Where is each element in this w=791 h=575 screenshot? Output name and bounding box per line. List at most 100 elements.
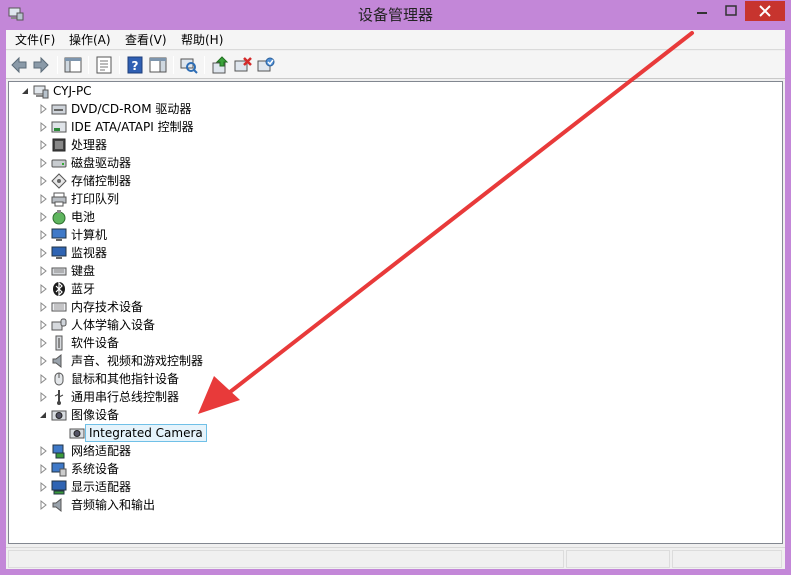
expand-triangle-icon[interactable]	[39, 100, 48, 118]
tree-category-label: 图像设备	[71, 408, 120, 422]
keyboard-icon	[51, 267, 67, 276]
enable-device-icon[interactable]	[256, 55, 276, 75]
expand-triangle-icon[interactable]	[39, 442, 48, 460]
expand-triangle-icon[interactable]	[39, 352, 48, 370]
console-tree-icon[interactable]	[63, 55, 83, 75]
mouse-icon	[54, 372, 64, 386]
expand-triangle-icon[interactable]	[39, 388, 48, 406]
tree-category-label: 音频输入和输出	[71, 498, 156, 512]
tree-category-label: 键盘	[71, 264, 96, 278]
minimize-button[interactable]	[687, 1, 717, 21]
expand-triangle-icon[interactable]	[39, 226, 48, 244]
tree-category-label: 存储控制器	[71, 174, 132, 188]
tree-category-label: IDE ATA/ATAPI 控制器	[71, 120, 194, 134]
expand-triangle-icon[interactable]	[39, 208, 48, 226]
tree-category-label: 计算机	[71, 228, 108, 242]
window-title: 设备管理器	[357, 6, 433, 24]
expand-triangle-icon[interactable]	[39, 478, 48, 496]
monitor-icon	[51, 246, 67, 259]
expand-triangle-icon[interactable]	[39, 280, 48, 298]
hid-icon	[51, 318, 67, 331]
dvd-drive-icon	[51, 104, 67, 115]
tree-category-label: 网络适配器	[71, 444, 132, 458]
collapse-triangle-icon[interactable]	[21, 82, 30, 100]
network-adapter-icon	[52, 444, 65, 459]
status-panel-2	[566, 550, 670, 568]
bluetooth-icon	[53, 281, 65, 297]
audio-io-icon	[52, 497, 62, 513]
tree-category-label: 电池	[71, 210, 96, 224]
device-manager-window: 设备管理器 文件(F) 操作(A) 查看(V) 帮助(H) ? CYJ-PC D…	[0, 0, 791, 575]
toolbar-separator	[57, 56, 58, 74]
toolbar-separator	[204, 56, 205, 74]
help-icon[interactable]: ?	[125, 55, 145, 75]
expand-triangle-icon[interactable]	[39, 244, 48, 262]
properties-icon[interactable]	[94, 55, 114, 75]
expand-triangle-icon[interactable]	[39, 334, 48, 352]
expand-triangle-icon[interactable]	[39, 460, 48, 478]
tree-device-label: Integrated Camera	[85, 424, 207, 442]
computer-icon	[33, 85, 49, 99]
speaker-icon	[52, 353, 62, 369]
tree-category-label: 软件设备	[71, 336, 120, 350]
action-pane-icon[interactable]	[148, 55, 168, 75]
expand-triangle-icon[interactable]	[39, 190, 48, 208]
back-arrow-icon[interactable]	[9, 55, 29, 75]
tree-category-label: 人体学输入设备	[71, 318, 156, 332]
expand-triangle-icon[interactable]	[39, 154, 48, 172]
camera-icon	[51, 410, 67, 421]
toolbar: ?	[6, 51, 785, 79]
webcam-icon	[69, 428, 85, 439]
software-device-icon	[55, 335, 63, 351]
printer-icon	[51, 192, 67, 207]
svg-text:?: ?	[132, 59, 139, 73]
device-tree[interactable]: CYJ-PC DVD/CD-ROM 驱动器 IDE ATA/ATAPI 控制器 处理…	[8, 81, 783, 544]
tree-category-label: 监视器	[71, 246, 108, 260]
disk-drive-icon	[51, 159, 67, 168]
tree-category-label: 系统设备	[71, 462, 120, 476]
expand-triangle-icon[interactable]	[39, 316, 48, 334]
expand-triangle-icon[interactable]	[39, 298, 48, 316]
status-panel-main	[8, 550, 564, 568]
toolbar-separator	[88, 56, 89, 74]
tree-category-label: 打印队列	[71, 192, 120, 206]
menu-help[interactable]: 帮助(H)	[178, 32, 226, 49]
tree-category-label: 内存技术设备	[71, 300, 144, 314]
toolbar-separator	[119, 56, 120, 74]
memory-device-icon	[51, 302, 67, 312]
client-area: 文件(F) 操作(A) 查看(V) 帮助(H) ? CYJ-PC DVD/CD-…	[6, 30, 785, 569]
maximize-button[interactable]	[718, 1, 744, 21]
tree-category-label: 蓝牙	[71, 282, 96, 296]
expand-triangle-icon[interactable]	[39, 118, 48, 136]
tree-category-label: 处理器	[71, 138, 108, 152]
toolbar-separator	[173, 56, 174, 74]
collapse-triangle-icon[interactable]	[39, 406, 48, 424]
tree-category-label: DVD/CD-ROM 驱动器	[71, 102, 192, 116]
tree-category-label: 磁盘驱动器	[71, 156, 132, 170]
expand-triangle-icon[interactable]	[39, 262, 48, 280]
title-bar[interactable]: 设备管理器	[0, 0, 791, 30]
update-driver-icon[interactable]	[210, 55, 230, 75]
menu-action[interactable]: 操作(A)	[66, 32, 114, 49]
expand-triangle-icon[interactable]	[39, 136, 48, 154]
tree-category-label: 鼠标和其他指针设备	[71, 372, 180, 386]
usb-icon	[54, 390, 64, 405]
expand-triangle-icon[interactable]	[39, 370, 48, 388]
tree-category-label: 声音、视频和游戏控制器	[71, 354, 204, 368]
forward-arrow-icon[interactable]	[31, 55, 51, 75]
ide-controller-icon	[51, 121, 67, 133]
menu-view[interactable]: 查看(V)	[122, 32, 170, 49]
scan-hardware-icon[interactable]	[179, 55, 199, 75]
processor-icon	[52, 138, 66, 152]
battery-icon	[52, 210, 66, 225]
storage-controller-icon	[51, 173, 67, 189]
uninstall-icon[interactable]	[233, 55, 253, 75]
expand-triangle-icon[interactable]	[39, 172, 48, 190]
expand-triangle-icon[interactable]	[39, 496, 48, 514]
close-button[interactable]	[745, 1, 785, 21]
tree-root-label: CYJ-PC	[53, 84, 92, 98]
status-bar	[6, 547, 785, 569]
tree-category-label: 通用串行总线控制器	[71, 390, 180, 404]
menu-file[interactable]: 文件(F)	[12, 32, 58, 49]
display-adapter-icon	[51, 480, 67, 495]
